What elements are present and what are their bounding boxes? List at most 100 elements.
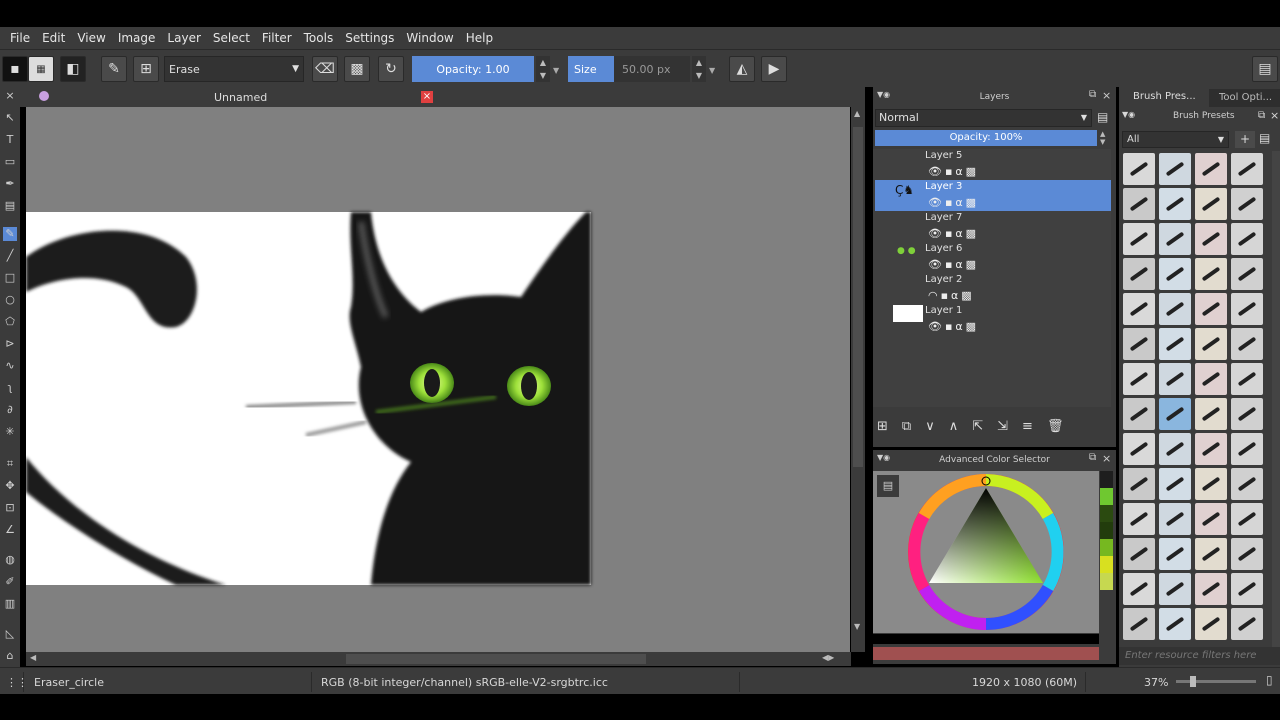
fg-bg-color-icon[interactable]: ◧: [60, 56, 86, 82]
rectangle-tool-icon[interactable]: □: [3, 271, 17, 285]
eraser-toggle-icon[interactable]: ⌫: [312, 56, 338, 82]
brush-preset-icon[interactable]: [1159, 538, 1191, 570]
vertical-scrollbar[interactable]: ▲ ▼: [851, 107, 865, 652]
canvas-viewport[interactable]: [26, 107, 850, 652]
brush-preset-icon[interactable]: [1123, 223, 1155, 255]
move-layer-down-icon[interactable]: ∨: [925, 419, 949, 434]
menu-window[interactable]: Window: [400, 31, 459, 45]
scroll-left-icon[interactable]: ◀: [30, 653, 36, 662]
brush-preset-icon[interactable]: [1159, 503, 1191, 535]
opacity-spinner[interactable]: ▲ ▼: [536, 56, 550, 82]
horizontal-scrollbar[interactable]: ◀ ◀▶: [26, 652, 851, 666]
menu-filter[interactable]: Filter: [256, 31, 298, 45]
menu-settings[interactable]: Settings: [339, 31, 400, 45]
menu-file[interactable]: File: [4, 31, 36, 45]
collapse-brush-icon[interactable]: ▼◉: [1122, 110, 1135, 119]
brush-preset-icon[interactable]: [1195, 293, 1227, 325]
brush-preset-icon[interactable]: [1123, 153, 1155, 185]
line-tool-icon[interactable]: ╱: [3, 249, 17, 263]
brush-preset-icon[interactable]: [1195, 433, 1227, 465]
brush-preset-icon[interactable]: [1123, 503, 1155, 535]
brush-preset-icon[interactable]: [1123, 538, 1155, 570]
crop-tool-icon[interactable]: ⌗: [3, 457, 17, 471]
brush-preset-icon[interactable]: [1231, 503, 1263, 535]
brush-preset-icon[interactable]: [1159, 573, 1191, 605]
layer-row[interactable]: Layer 1 👁▪α▩: [875, 304, 1111, 335]
close-document-icon[interactable]: ×: [421, 91, 433, 103]
menu-image[interactable]: Image: [112, 31, 162, 45]
assistant-tool-icon[interactable]: ◺: [3, 627, 17, 641]
float-color-icon[interactable]: ⧉: [1089, 452, 1096, 463]
brush-preset-icon[interactable]: [1195, 503, 1227, 535]
brush-preset-icon[interactable]: [1123, 258, 1155, 290]
duplicate-layer-icon[interactable]: ⧉: [902, 419, 925, 434]
brush-preset-icon[interactable]: [1231, 188, 1263, 220]
history-swatch[interactable]: [1100, 522, 1113, 539]
brush-preset-icon[interactable]: [1159, 188, 1191, 220]
brush-preset-icon[interactable]: [1195, 608, 1227, 640]
measure-tool-icon[interactable]: ∠: [3, 523, 17, 537]
transform-tool-icon[interactable]: ⊡: [3, 501, 17, 515]
brush-preset-icon[interactable]: [1231, 293, 1263, 325]
color-selector-area[interactable]: ▤: [873, 471, 1099, 633]
brush-preset-icon[interactable]: [1123, 398, 1155, 430]
layer-out-group-icon[interactable]: ⇲: [997, 419, 1022, 434]
brush-preset-icon[interactable]: [1195, 363, 1227, 395]
preserve-alpha-icon[interactable]: ▩: [344, 56, 370, 82]
pattern-icon[interactable]: ▦: [28, 56, 54, 82]
float-brush-icon[interactable]: ⧉: [1258, 110, 1265, 121]
gradient-tool-icon[interactable]: ▥: [3, 597, 17, 611]
opacity-slider[interactable]: Opacity: 1.00: [412, 56, 534, 82]
brush-grid-scrollbar[interactable]: [1272, 151, 1280, 651]
reload-preset-icon[interactable]: ↻: [378, 56, 404, 82]
close-layers-icon[interactable]: ×: [1102, 89, 1111, 102]
brush-preset-icon[interactable]: [1123, 433, 1155, 465]
layer-row[interactable]: Layer 5 👁▪α▩: [875, 149, 1111, 180]
perspective-grid-icon[interactable]: ⌂: [3, 649, 17, 663]
brush-preset-icon[interactable]: [1231, 433, 1263, 465]
gradient-edit-icon[interactable]: ▤: [3, 199, 17, 213]
color-wheel[interactable]: [873, 471, 1099, 633]
freehand-brush-icon[interactable]: ✎: [3, 227, 17, 241]
layer-properties-icons[interactable]: 👁▪α▩: [928, 258, 979, 271]
brush-preset-icon[interactable]: [1195, 468, 1227, 500]
brush-preset-icon[interactable]: [1159, 258, 1191, 290]
menu-edit[interactable]: Edit: [36, 31, 71, 45]
brush-preset-icon[interactable]: [1159, 468, 1191, 500]
move-tool-icon[interactable]: ✥: [3, 479, 17, 493]
brush-preset-icon[interactable]: [1159, 398, 1191, 430]
brush-preset-icon[interactable]: [1123, 328, 1155, 360]
add-tag-icon[interactable]: +: [1235, 131, 1255, 148]
brush-preset-icon[interactable]: [1123, 608, 1155, 640]
size-dropdown-icon[interactable]: ▼: [709, 66, 715, 75]
brush-preset-icon[interactable]: [1195, 223, 1227, 255]
brush-preview-icon[interactable]: ▪: [2, 56, 28, 82]
brush-preset-icon[interactable]: [1231, 608, 1263, 640]
size-spinner[interactable]: ▲ ▼: [692, 56, 706, 82]
layer-properties-icons[interactable]: 👁▪α▩: [928, 227, 979, 240]
mirror-horizontal-icon[interactable]: ◭: [729, 56, 755, 82]
multibrush-icon[interactable]: ✳: [3, 425, 17, 439]
brush-filter-select[interactable]: All ▼: [1122, 131, 1229, 148]
collapse-color-icon[interactable]: ▼◉: [877, 453, 890, 462]
layer-properties-icons[interactable]: ◠▪α▩: [928, 289, 975, 302]
toolbox-close-icon[interactable]: ×: [3, 89, 17, 103]
close-brush-icon[interactable]: ×: [1270, 109, 1279, 122]
brush-preset-icon[interactable]: [1195, 188, 1227, 220]
brush-preset-icon[interactable]: [1159, 608, 1191, 640]
canvas-drawing[interactable]: [26, 107, 850, 652]
menu-help[interactable]: Help: [460, 31, 499, 45]
layer-row[interactable]: Layer 2 ◠▪α▩: [875, 273, 1111, 304]
zoom-slider[interactable]: [1176, 676, 1256, 687]
brush-preset-icon[interactable]: [1231, 573, 1263, 605]
brush-preset-icon[interactable]: [1195, 258, 1227, 290]
history-swatch[interactable]: [1100, 488, 1113, 505]
layer-opacity-spinner[interactable]: ▲ ▼: [1100, 130, 1105, 146]
brush-preset-icon[interactable]: [1231, 153, 1263, 185]
tab-tool-options[interactable]: Tool Opti...: [1209, 89, 1280, 107]
layer-into-group-icon[interactable]: ⇱: [972, 419, 997, 434]
horizontal-scroll-thumb[interactable]: [346, 654, 646, 664]
brush-preset-icon[interactable]: [1123, 188, 1155, 220]
dynamic-brush-icon[interactable]: ∂: [3, 403, 17, 417]
layer-properties-button-icon[interactable]: ≡: [1022, 419, 1047, 434]
